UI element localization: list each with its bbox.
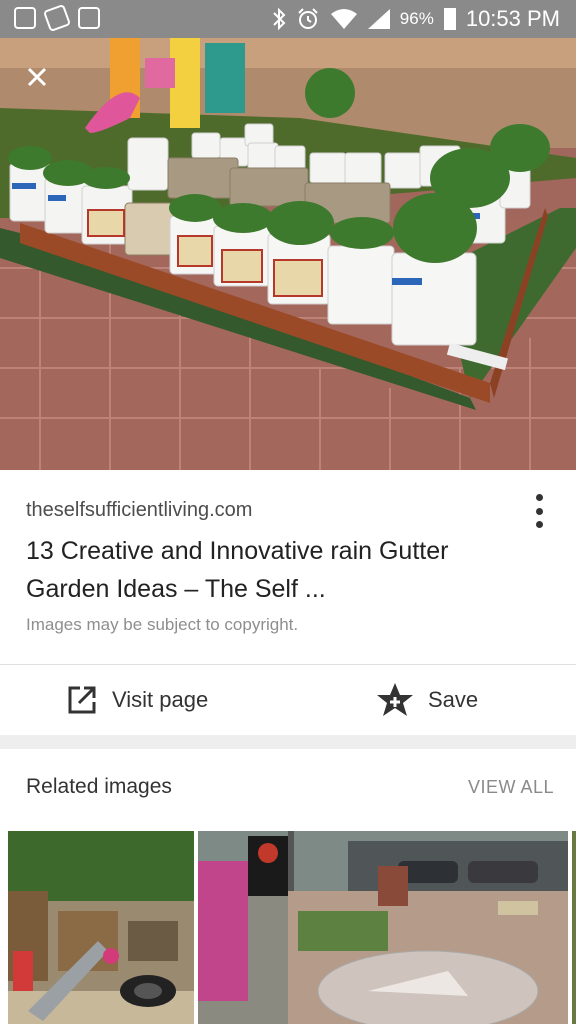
shortcut-notification-icon — [42, 3, 72, 33]
status-bar: 96% 10:53 PM — [0, 0, 576, 38]
section-gap — [0, 735, 576, 749]
save-label: Save — [428, 687, 479, 712]
more-vert-dot — [535, 507, 543, 515]
more-vert-icon — [535, 494, 543, 501]
result-info: theselfsufficientliving.com 13 Creative … — [0, 470, 576, 666]
signal-icon — [367, 9, 390, 29]
plaza-photo — [198, 831, 568, 1024]
source-domain[interactable]: theselfsufficientliving.com — [26, 499, 252, 522]
wifi-icon — [330, 9, 357, 29]
action-bar: Visit page Save — [0, 665, 576, 735]
playground-photo — [8, 831, 194, 1024]
related-image-2[interactable] — [198, 831, 568, 1024]
result-image[interactable] — [0, 38, 576, 470]
image-notification-icon — [78, 7, 100, 29]
star-add-icon — [377, 683, 413, 716]
visit-page-button[interactable]: Visit page — [66, 665, 208, 735]
save-button[interactable]: Save — [376, 665, 478, 735]
related-image-1[interactable] — [8, 831, 194, 1024]
view-all-button[interactable]: VIEW ALL — [468, 777, 554, 798]
clock: 10:53 PM — [465, 6, 560, 31]
battery-icon — [443, 8, 456, 30]
open-in-new-icon — [68, 686, 96, 714]
app-notification-icon — [14, 7, 36, 29]
bluetooth-icon — [273, 7, 286, 31]
battery-percent: 96% — [399, 9, 434, 28]
more-options-button[interactable] — [534, 494, 544, 528]
close-icon — [27, 67, 47, 87]
garden-photo — [0, 38, 576, 470]
copyright-note: Images may be subject to copyright. — [26, 615, 299, 634]
result-title[interactable]: 13 Creative and Innovative rain Gutter G… — [26, 532, 526, 608]
notification-icons — [14, 3, 100, 33]
close-button[interactable] — [18, 58, 56, 96]
visit-page-label: Visit page — [112, 687, 209, 712]
related-images-section: Related images VIEW ALL — [0, 749, 576, 1024]
related-images-heading: Related images — [26, 775, 172, 798]
related-image-3-partial[interactable] — [572, 831, 576, 1024]
more-vert-dot — [535, 521, 543, 528]
alarm-icon — [298, 8, 318, 29]
